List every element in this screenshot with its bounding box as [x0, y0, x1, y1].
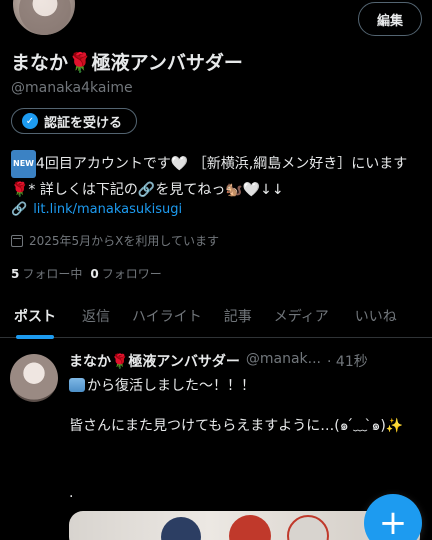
tab-media[interactable]: メディア [274, 294, 329, 338]
followers-count: 0 [90, 267, 99, 281]
tab-posts[interactable]: ポスト [14, 294, 56, 339]
follow-stats: 5 フォロー中 0 フォロワー [11, 265, 162, 282]
profile-avatar[interactable] [10, 0, 78, 38]
joined-date-row: 2025年5月からXを利用しています [11, 232, 219, 249]
post-author[interactable]: まなか🌹極液アンバサダー [69, 351, 240, 371]
verified-badge-icon: ✓ [22, 113, 38, 129]
tab-articles[interactable]: 記事 [224, 294, 252, 338]
followers-link[interactable]: 0 フォロワー [90, 265, 161, 282]
post-text-dot: . [69, 485, 74, 501]
profile-handle: @manaka4kaime [11, 80, 133, 96]
plus-icon: + [378, 503, 408, 540]
post-handle: @manak... [245, 351, 322, 367]
profile-bio: NEW 4回目アカウントです🤍 ［新横浜,綱島メン好き］にいます🌹* 詳しくは下記… [11, 150, 421, 202]
calendar-icon [11, 234, 23, 247]
get-verified-label: 認証を受ける [44, 115, 123, 131]
followers-label: フォロワー [101, 267, 162, 281]
post-text-line2: 皆さんにまた見つけてもらえますように…(๑ ́﹏ ̀๑)✨ [69, 418, 404, 434]
tab-replies[interactable]: 返信 [82, 294, 110, 338]
get-verified-button[interactable]: ✓ 認証を受ける [11, 108, 138, 134]
post-time: · 41秒 [327, 354, 368, 370]
bio-text: 4回目アカウントです🤍 ［新横浜,綱島メン好き］にいます🌹* 詳しくは下記の🔗を… [11, 156, 408, 198]
following-link[interactable]: 5 フォロー中 [11, 265, 82, 282]
media-item [287, 515, 329, 540]
media-item [229, 515, 271, 540]
display-name: まなか🌹極液アンバサダー [11, 52, 243, 74]
following-count: 5 [11, 267, 20, 281]
tab-highlights[interactable]: ハイライト [132, 294, 202, 338]
joined-date-text: 2025年5月からXを利用しています [29, 234, 220, 248]
avatar-photo [19, 0, 71, 35]
post-avatar[interactable] [10, 354, 58, 402]
edit-profile-button[interactable]: 編集 [358, 2, 422, 36]
profile-link-row[interactable]: 🔗 lit.link/manakasukisugi [11, 202, 182, 217]
following-label: フォロー中 [22, 267, 83, 281]
post-text-line1: から復活しました〜！！！ [69, 375, 255, 395]
profile-tabs: ポスト 返信 ハイライト 記事 メディア いいね [0, 294, 432, 339]
media-item [161, 517, 201, 540]
profile-link[interactable]: lit.link/manakasukisugi [33, 202, 182, 217]
post-text-1: から復活しました〜！！！ [87, 378, 255, 394]
tab-likes[interactable]: いいね [355, 294, 397, 338]
cloud-emoji-icon [69, 378, 85, 392]
post-header: まなか🌹極液アンバサダー @manak... · 41秒 [69, 351, 368, 371]
link-icon: 🔗 [11, 202, 28, 217]
new-badge-icon: NEW [11, 150, 36, 178]
